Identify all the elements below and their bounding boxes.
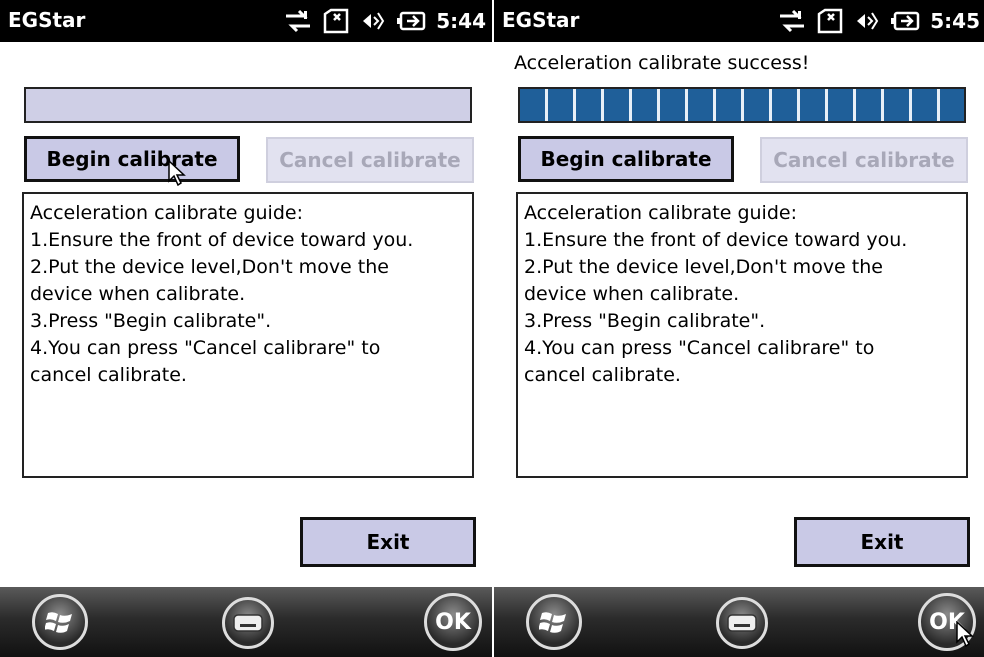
volume-icon[interactable] (854, 8, 880, 34)
title-bar: EGStar 5:45 (494, 0, 984, 42)
battery-icon[interactable] (890, 8, 920, 34)
guide-line: 2.Put the device level,Don't move the (524, 256, 883, 278)
calibration-progress-bar (518, 87, 966, 123)
guide-line: 3.Press "Begin calibrate". (30, 310, 272, 332)
begin-calibrate-button[interactable]: Begin calibrate (518, 136, 734, 182)
keyboard-icon[interactable] (716, 597, 768, 649)
guide-line: cancel calibrate. (524, 364, 681, 386)
guide-line: 4.You can press "Cancel calibrare" to (30, 337, 381, 359)
calibration-guide-text: Acceleration calibrate guide: 1.Ensure t… (516, 192, 968, 478)
guide-line: Acceleration calibrate guide: (30, 202, 303, 224)
calibration-guide-text: Acceleration calibrate guide: 1.Ensure t… (22, 192, 474, 478)
windows-start-icon[interactable] (526, 594, 582, 650)
sim-icon[interactable] (322, 8, 350, 34)
guide-line: 4.You can press "Cancel calibrare" to (524, 337, 875, 359)
exit-button[interactable]: Exit (794, 517, 970, 567)
device-screen-left: EGStar 5:44 Begin calibrate Cancel calib… (0, 0, 492, 657)
calibration-status-text: Acceleration calibrate success! (514, 52, 810, 74)
calibration-panel: Acceleration calibrate success! Begin ca… (494, 42, 984, 587)
guide-line: Acceleration calibrate guide: (524, 202, 797, 224)
taskbar: OK (494, 587, 984, 657)
guide-line: 1.Ensure the front of device toward you. (30, 229, 414, 251)
begin-calibrate-button[interactable]: Begin calibrate (24, 136, 240, 182)
keyboard-icon[interactable] (222, 597, 274, 649)
status-tray: 5:44 (284, 6, 486, 36)
device-screen-right: EGStar 5:45 Acceleration calibrate succe… (494, 0, 984, 657)
calibration-panel: Begin calibrate Cancel calibrate Acceler… (0, 42, 492, 587)
guide-line: 1.Ensure the front of device toward you. (524, 229, 908, 251)
guide-line: device when calibrate. (30, 283, 246, 305)
ok-button[interactable]: OK (424, 593, 482, 651)
guide-line: 2.Put the device level,Don't move the (30, 256, 389, 278)
sim-icon[interactable] (816, 8, 844, 34)
mouse-pointer-icon (168, 159, 186, 190)
guide-line: cancel calibrate. (30, 364, 187, 386)
connectivity-icon[interactable] (284, 8, 312, 34)
clock: 5:45 (930, 9, 980, 33)
app-title: EGStar (8, 8, 86, 32)
clock: 5:44 (436, 9, 486, 33)
progress-fill (520, 89, 964, 121)
volume-icon[interactable] (360, 8, 386, 34)
guide-line: device when calibrate. (524, 283, 740, 305)
title-bar: EGStar 5:44 (0, 0, 492, 42)
exit-button[interactable]: Exit (300, 517, 476, 567)
taskbar: OK (0, 587, 492, 657)
battery-icon[interactable] (396, 8, 426, 34)
windows-start-icon[interactable] (32, 594, 88, 650)
cancel-calibrate-button[interactable]: Cancel calibrate (760, 137, 968, 183)
app-title: EGStar (502, 8, 580, 32)
calibration-progress-bar (24, 87, 472, 123)
status-tray: 5:45 (778, 6, 980, 36)
connectivity-icon[interactable] (778, 8, 806, 34)
guide-line: 3.Press "Begin calibrate". (524, 310, 766, 332)
mouse-pointer-icon (956, 620, 974, 651)
cancel-calibrate-button[interactable]: Cancel calibrate (266, 137, 474, 183)
